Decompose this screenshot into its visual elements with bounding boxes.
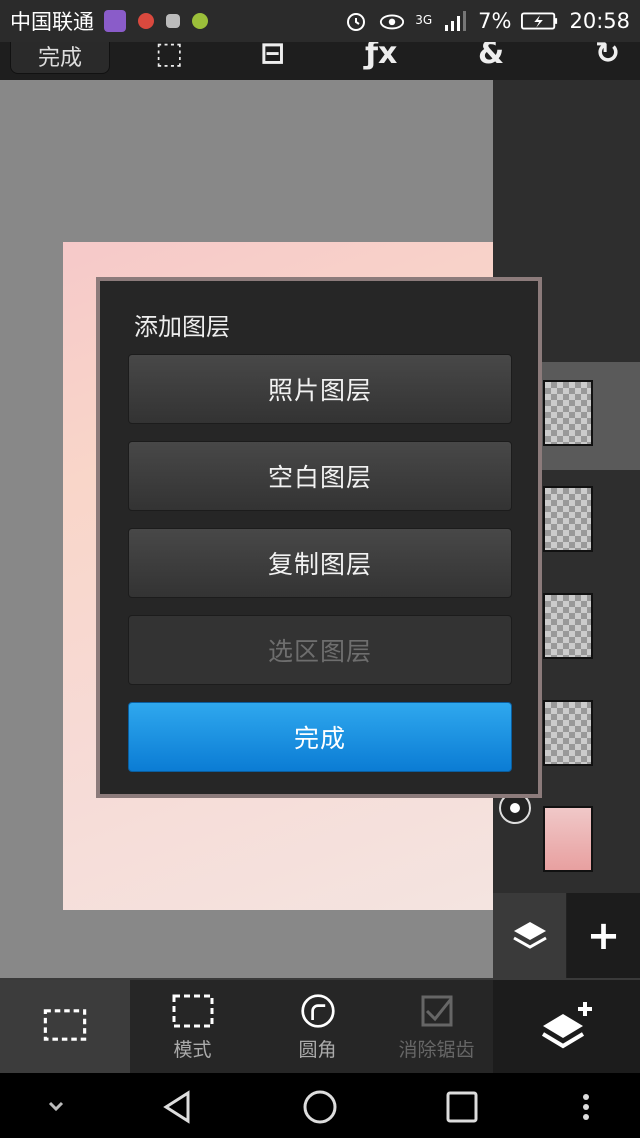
rounded-corner-icon bbox=[300, 994, 335, 1028]
text-icon[interactable]: & bbox=[478, 42, 504, 71]
layer-thumbnail[interactable] bbox=[543, 593, 593, 659]
edit-selection-icon[interactable]: ⬚ bbox=[155, 42, 183, 71]
add-layer-plus-icon[interactable]: + bbox=[567, 893, 640, 978]
add-layer-button[interactable] bbox=[493, 980, 640, 1075]
dialog-title: 添加图层 bbox=[134, 313, 230, 341]
bottom-toolbar: 模式 圆角 消除锯齿 bbox=[0, 978, 640, 1075]
signal-icon bbox=[445, 11, 467, 31]
duplicate-layer-button[interactable]: 复制图层 bbox=[128, 528, 512, 598]
home-circle-icon[interactable] bbox=[302, 1089, 338, 1125]
network-type: 3G bbox=[415, 13, 433, 27]
selection-rect-icon bbox=[43, 1008, 87, 1041]
battery-charging-icon bbox=[521, 12, 558, 30]
collapse-chevron-icon[interactable] bbox=[38, 1089, 74, 1125]
layer-thumbnail-photo[interactable] bbox=[543, 806, 593, 872]
rounded-corner-tool[interactable]: 圆角 bbox=[255, 980, 380, 1075]
fx-icon[interactable]: ƒx bbox=[365, 42, 397, 71]
carrier-name: 中国联通 bbox=[10, 10, 94, 34]
antialias-check-icon bbox=[421, 995, 452, 1027]
antialias-label: 消除锯齿 bbox=[398, 1039, 475, 1061]
layer-thumbnail[interactable] bbox=[543, 380, 593, 446]
layer-thumbnail[interactable] bbox=[543, 486, 593, 552]
layers-add-icon bbox=[541, 1001, 592, 1048]
recents-square-icon[interactable] bbox=[444, 1089, 480, 1125]
battery-percent: 7% bbox=[478, 9, 512, 33]
weibo-app-icon bbox=[138, 13, 154, 29]
notify-app-icon bbox=[192, 13, 208, 29]
dialog-body: 添加图层 照片图层 空白图层 复制图层 选区图层 完成 bbox=[100, 281, 538, 794]
rounded-corner-label: 圆角 bbox=[298, 1039, 337, 1061]
layer-thumbnail[interactable] bbox=[543, 700, 593, 766]
layers-actions: + bbox=[493, 893, 640, 978]
blank-layer-button[interactable]: 空白图层 bbox=[128, 441, 512, 511]
cube-app-icon bbox=[166, 14, 180, 28]
add-layer-dialog: 添加图层 照片图层 空白图层 复制图层 选区图层 完成 bbox=[96, 277, 542, 798]
dialog-done-button[interactable]: 完成 bbox=[128, 702, 512, 772]
selection-layer-button: 选区图层 bbox=[128, 615, 512, 685]
redo-icon[interactable]: ↻ bbox=[595, 42, 620, 71]
top-toolbar: 完成 ⬚ ⊟ ƒx & ↻ bbox=[0, 42, 640, 80]
layers-stack-icon[interactable] bbox=[493, 893, 566, 978]
rect-select-tool[interactable] bbox=[0, 980, 130, 1075]
photo-layer-button[interactable]: 照片图层 bbox=[128, 354, 512, 424]
adjust-icon[interactable]: ⊟ bbox=[260, 42, 285, 71]
gallery-app-icon bbox=[104, 10, 126, 32]
alarm-icon bbox=[347, 13, 366, 31]
navigation-bar bbox=[0, 1073, 640, 1138]
top-done-button[interactable]: 完成 bbox=[10, 42, 110, 74]
dashed-rect-icon bbox=[172, 994, 213, 1028]
antialias-tool[interactable]: 消除锯齿 bbox=[380, 980, 493, 1075]
eye-icon bbox=[380, 14, 405, 30]
mode-tool[interactable]: 模式 bbox=[130, 980, 255, 1075]
mode-tool-label: 模式 bbox=[173, 1039, 212, 1061]
more-vertical-icon[interactable] bbox=[568, 1089, 604, 1125]
clock: 20:58 bbox=[569, 9, 630, 33]
back-triangle-icon[interactable] bbox=[160, 1089, 196, 1125]
status-bar: 中国联通 3G 7% 20:58 bbox=[0, 0, 640, 42]
